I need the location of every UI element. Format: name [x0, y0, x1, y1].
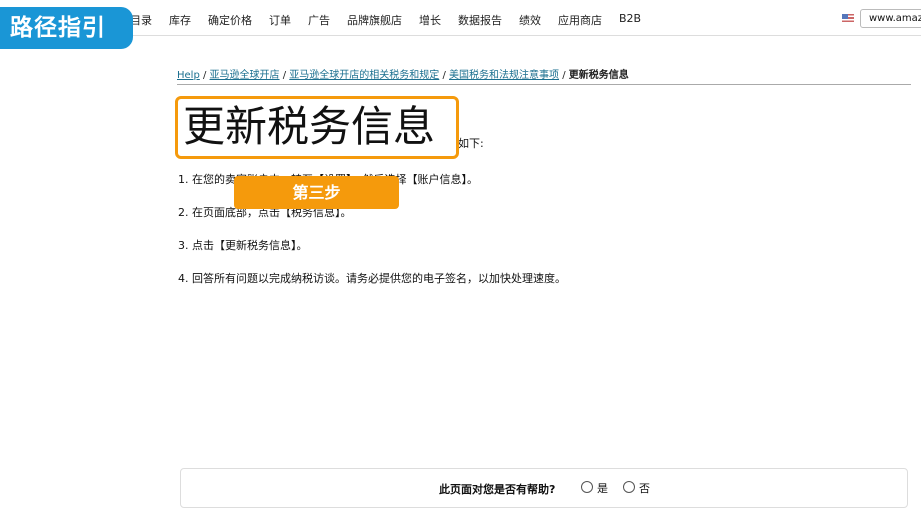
nav-catalog[interactable]: 目录	[130, 12, 152, 28]
step-3: 3. 点击【更新税务信息】。	[178, 239, 308, 252]
nav-inventory[interactable]: 库存	[169, 12, 191, 28]
crumb-help[interactable]: Help	[177, 70, 200, 81]
breadcrumb: Help / 亚马逊全球开店 / 亚马逊全球开店的相关税务和规定 / 美国税务和…	[177, 70, 629, 81]
crumb-tax-rules[interactable]: 亚马逊全球开店的相关税务和规定	[289, 70, 439, 81]
nav-performance[interactable]: 绩效	[519, 12, 541, 28]
nav-stores[interactable]: 品牌旗舰店	[347, 12, 402, 28]
path-guide-badge: 路径指引	[0, 7, 133, 49]
top-nav: 目录 库存 确定价格 订单 广告 品牌旗舰店 增长 数据报告 绩效 应用商店 B…	[0, 0, 921, 36]
crumb-current: 更新税务信息	[568, 70, 629, 81]
no-label[interactable]: 否	[639, 480, 650, 496]
nav-appstore[interactable]: 应用商店	[558, 12, 602, 28]
nav-b2b[interactable]: B2B	[619, 12, 641, 28]
nav-reports[interactable]: 数据报告	[458, 12, 502, 28]
step-label-badge: 第三步	[234, 176, 399, 209]
no-radio[interactable]	[623, 481, 635, 493]
marketplace-selector[interactable]: www.amazon.com	[860, 9, 921, 28]
us-flag-icon[interactable]	[842, 14, 854, 22]
page-title: 更新税务信息	[175, 96, 459, 159]
nav-growth[interactable]: 增长	[419, 12, 441, 28]
crumb-us-tax[interactable]: 美国税务和法规注意事项	[449, 70, 559, 81]
yes-radio[interactable]	[581, 481, 593, 493]
feedback-box: 此页面对您是否有帮助? 是 否	[180, 468, 908, 508]
yes-label[interactable]: 是	[597, 480, 608, 496]
intro-text: 如下:	[458, 137, 484, 150]
nav-pricing[interactable]: 确定价格	[208, 12, 252, 28]
crumb-global[interactable]: 亚马逊全球开店	[210, 70, 280, 81]
feedback-question: 此页面对您是否有帮助?	[439, 483, 556, 496]
divider	[177, 84, 911, 85]
nav-orders[interactable]: 订单	[269, 12, 291, 28]
step-4: 4. 回答所有问题以完成纳税访谈。请务必提供您的电子签名，以加快处理速度。	[178, 272, 566, 285]
nav-ads[interactable]: 广告	[308, 12, 330, 28]
